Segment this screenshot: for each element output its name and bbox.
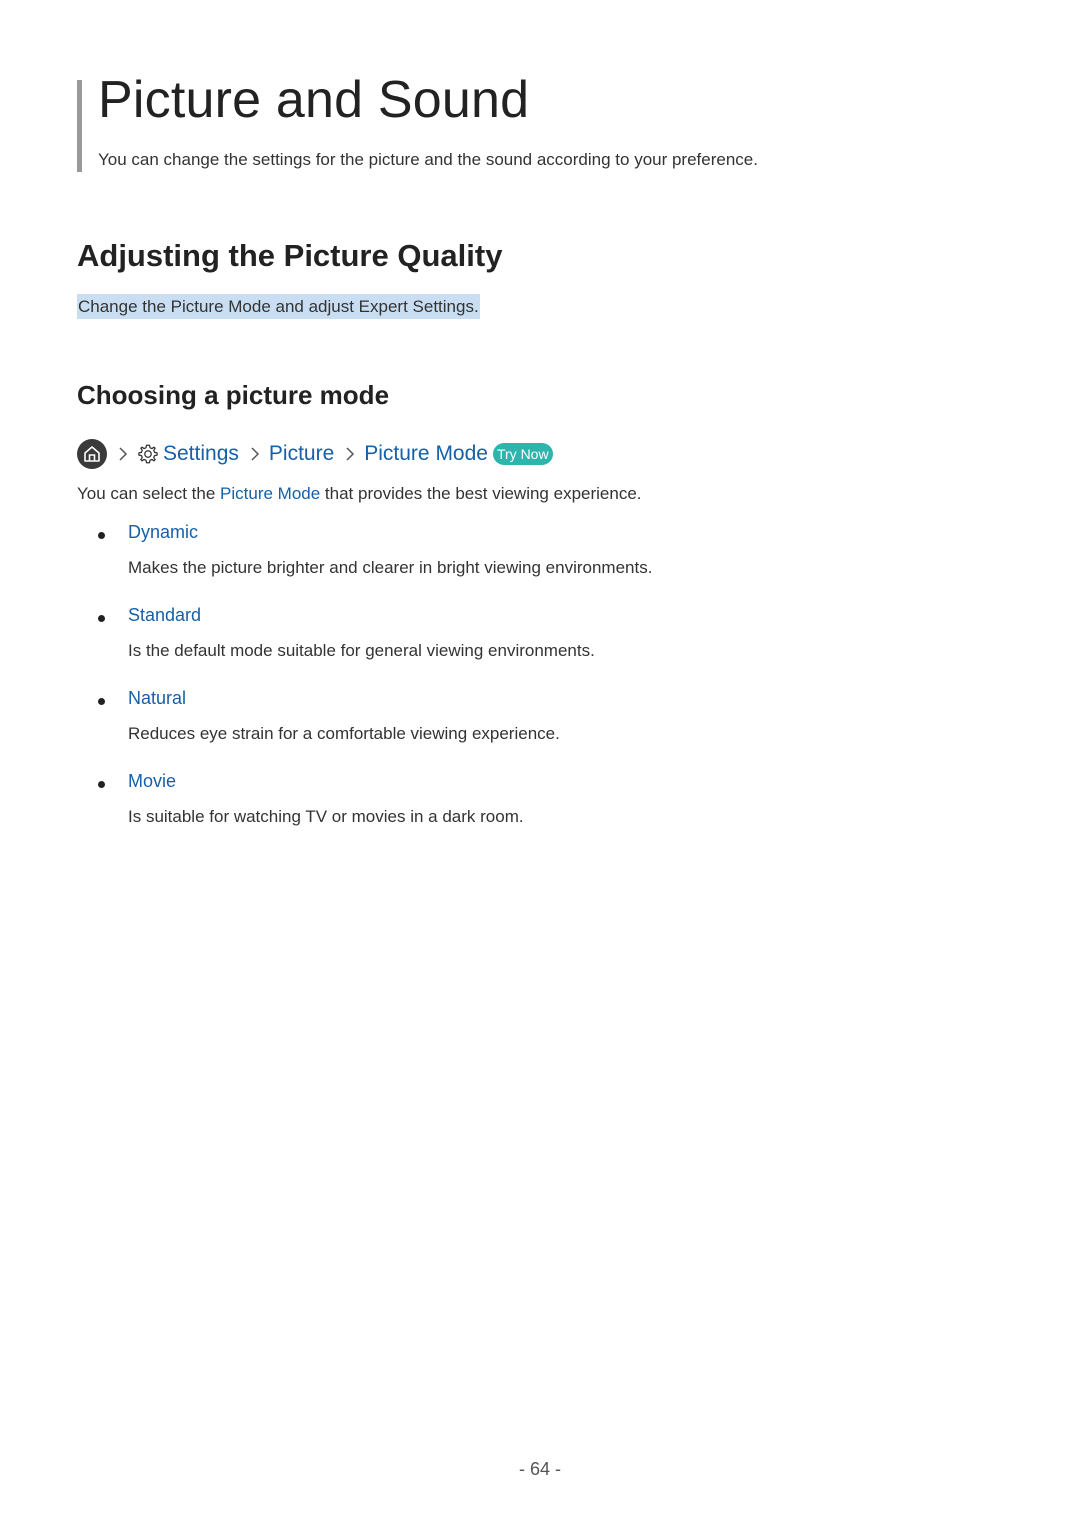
body-text: You can select the Picture Mode that pro…	[77, 484, 642, 504]
nav-item-picture[interactable]: Picture	[269, 442, 334, 466]
bullet-icon	[98, 532, 105, 539]
mode-name: Standard	[128, 605, 202, 625]
mode-description: Is suitable for watching TV or movies in…	[128, 807, 524, 826]
mode-description: Reduces eye strain for a comfortable vie…	[128, 724, 560, 743]
chevron-right-icon	[115, 444, 131, 464]
chapter-accent-bar	[77, 80, 82, 172]
bullet-icon	[98, 615, 105, 622]
bullet-icon	[98, 781, 105, 788]
mode-description: Is the default mode suitable for general…	[128, 641, 595, 660]
chapter-intro: You can change the settings for the pict…	[98, 150, 758, 169]
section-title: Adjusting the Picture Quality	[77, 238, 503, 273]
picture-mode-link[interactable]: Picture Mode	[220, 484, 320, 503]
chapter-title: Picture and Sound	[98, 71, 530, 129]
chevron-right-icon	[342, 444, 358, 464]
mode-name: Dynamic	[128, 522, 199, 542]
gear-icon	[137, 443, 159, 465]
try-now-button[interactable]: Try Now	[492, 443, 553, 465]
mode-description: Makes the picture brighter and clearer i…	[128, 558, 653, 577]
nav-item-settings[interactable]: Settings	[163, 442, 239, 466]
mode-name: Natural	[128, 688, 187, 708]
home-icon	[77, 439, 107, 469]
subsection-title: Choosing a picture mode	[77, 380, 390, 410]
mode-name: Movie	[128, 771, 177, 791]
body-text-suffix: that provides the best viewing experienc…	[320, 484, 642, 503]
chevron-right-icon	[247, 444, 263, 464]
body-text-prefix: You can select the	[77, 484, 221, 503]
section-summary-highlighted: Change the Picture Mode and adjust Exper…	[77, 294, 480, 319]
nav-item-picture-mode[interactable]: Picture Mode	[364, 442, 488, 466]
page-number: - 64 -	[518, 1459, 561, 1479]
bullet-icon	[98, 698, 105, 705]
menu-path: Settings Picture Picture Mode Try Now	[77, 438, 553, 470]
